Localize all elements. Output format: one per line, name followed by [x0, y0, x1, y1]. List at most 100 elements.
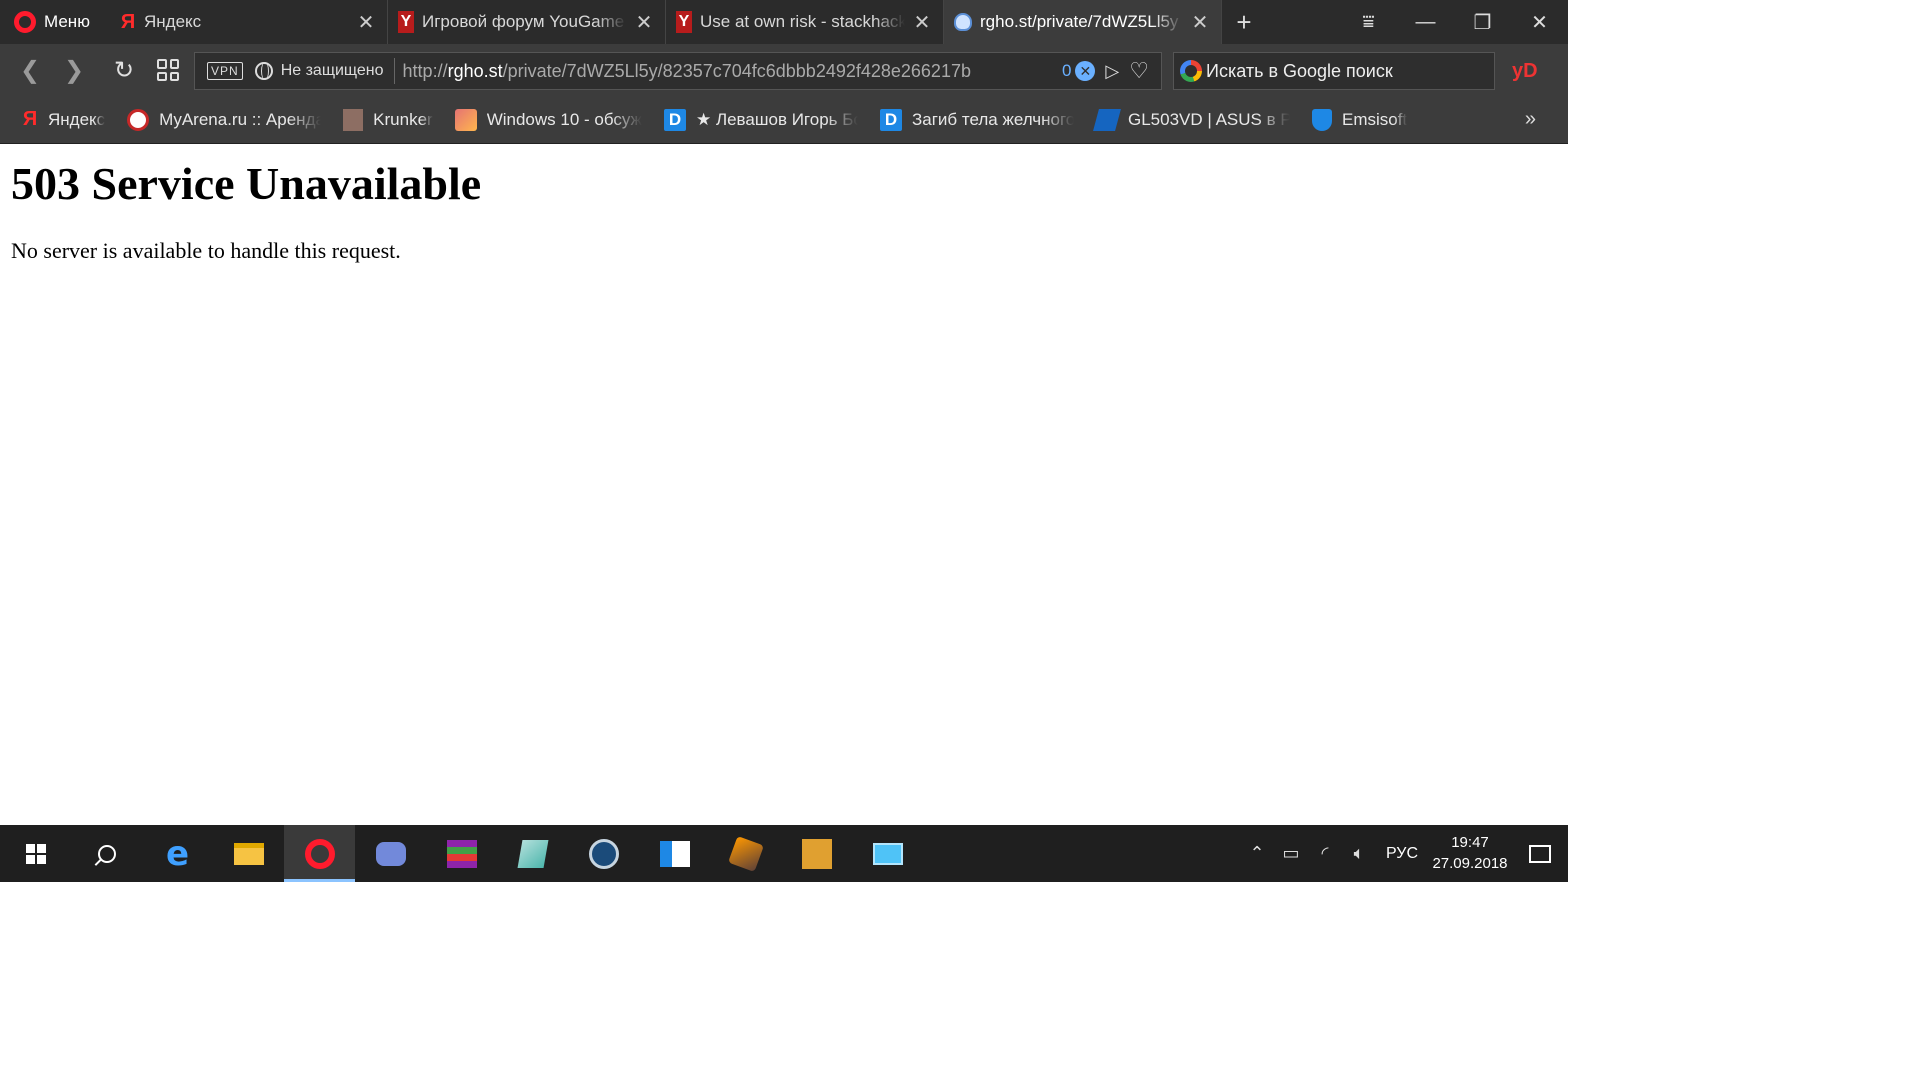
globe-icon: [254, 62, 273, 80]
notifications-button[interactable]: [1512, 844, 1568, 863]
menu-label: Меню: [44, 12, 90, 31]
taskbar-counter-strike[interactable]: [781, 825, 852, 882]
taskbar-steam[interactable]: [568, 825, 639, 882]
tab-close-icon[interactable]: ✕: [355, 11, 377, 34]
steam-icon: [588, 838, 619, 869]
taskbar: e ⌃ ▭ ◜ 🔈︎ РУС 19:47 27.09.2018: [0, 825, 1568, 882]
doctor-icon: D: [879, 108, 902, 131]
tab-title: Use at own risk - stackhack: [700, 12, 905, 31]
forward-icon[interactable]: ❯: [52, 48, 96, 92]
close-window-icon[interactable]: ✕: [1511, 0, 1568, 44]
clock[interactable]: 19:47 27.09.2018: [1428, 833, 1512, 874]
edge-icon: e: [165, 833, 190, 874]
page-content: 503 Service Unavailable No server is ava…: [0, 145, 1568, 825]
taskbar-tools[interactable]: [710, 825, 781, 882]
clock-date: 27.09.2018: [1432, 854, 1508, 872]
tab-stackhack[interactable]: Y Use at own risk - stackhack ✕: [666, 0, 944, 44]
security-status[interactable]: Не защищено: [281, 58, 395, 84]
tab-yougame[interactable]: Y Игровой форум YouGame ✕: [388, 0, 666, 44]
discord-icon: [375, 841, 406, 866]
bookmark-windows10[interactable]: Windows 10 - обсуж: [454, 108, 642, 131]
taskbar-search-button[interactable]: [71, 825, 142, 882]
volume-icon[interactable]: 🔈︎: [1342, 843, 1376, 864]
ad-block-icon[interactable]: ✕: [1075, 61, 1096, 81]
asus-icon: [1093, 108, 1121, 131]
emsisoft-icon: [1311, 108, 1332, 131]
opera-menu-button[interactable]: Меню: [0, 0, 110, 44]
bookmark-levashov[interactable]: D ★ Левашов Игорь Бо: [663, 108, 858, 131]
bookmark-label: Windows 10 - обсуж: [486, 109, 642, 129]
bookmark-yandex[interactable]: Я Яндекс: [22, 108, 105, 131]
tab-close-icon[interactable]: ✕: [633, 11, 655, 34]
url-text[interactable]: http://rgho.st/private/7dWZ5Ll5y/82357c7…: [403, 61, 971, 82]
bookmark-label: Загиб тела желчного: [911, 109, 1074, 129]
bookmark-label: MyArena.ru :: Аренда: [159, 109, 322, 129]
bookmark-krunker[interactable]: Krunker: [343, 108, 433, 131]
tabs-grid-button[interactable]: [146, 48, 190, 92]
opera-logo-icon: [14, 11, 36, 33]
tab-rghost[interactable]: rgho.st/private/7dWZ5Ll5y ✕: [944, 0, 1222, 44]
ad-block-count[interactable]: 0: [1062, 61, 1071, 81]
minimize-icon[interactable]: —: [1397, 0, 1454, 44]
tab-close-icon[interactable]: ✕: [911, 11, 933, 34]
bookmark-label: Emsisoft: [1341, 109, 1408, 129]
window-controls: ⩸ — ❐ ✕: [1340, 0, 1568, 44]
tab-menu-icon[interactable]: ⩸: [1340, 0, 1397, 44]
google-icon: [1180, 60, 1202, 82]
winrar-icon: [446, 839, 477, 868]
windows-forum-icon: [454, 108, 477, 131]
bookmarks-overflow-icon[interactable]: »: [1525, 108, 1536, 131]
opera-icon: [304, 838, 335, 869]
taskbar-explorer[interactable]: [213, 825, 284, 882]
taskbar-control-panel[interactable]: [852, 825, 923, 882]
new-tab-button[interactable]: +: [1222, 0, 1266, 44]
url-scheme: http://: [402, 60, 448, 81]
chevron-up-icon[interactable]: ⌃: [1240, 843, 1274, 864]
notes-icon: [517, 839, 548, 868]
bookmark-myarena[interactable]: MyArena.ru :: Аренда: [127, 108, 322, 131]
taskbar-discord[interactable]: [355, 825, 426, 882]
bookmark-asus[interactable]: GL503VD | ASUS в Ро: [1093, 108, 1290, 131]
tab-title: Яндекс: [144, 12, 202, 31]
tab-strip: Меню Я Яндекс ✕ Y Игровой форум YouGame …: [0, 0, 1568, 44]
vpn-badge[interactable]: VPN: [207, 62, 243, 80]
start-button[interactable]: [0, 825, 71, 882]
battery-icon[interactable]: ▭: [1274, 843, 1308, 864]
notification-icon: [1529, 844, 1551, 863]
system-tray: ⌃ ▭ ◜ 🔈︎ РУС 19:47 27.09.2018: [1240, 825, 1568, 882]
back-icon[interactable]: ❮: [8, 48, 52, 92]
search-placeholder: Искать в Google поиск: [1206, 60, 1393, 81]
page-title: 503 Service Unavailable: [11, 158, 482, 209]
send-icon[interactable]: ▷: [1105, 61, 1119, 82]
yougame-icon: Y: [398, 11, 414, 33]
bookmark-emsisoft[interactable]: Emsisoft: [1311, 108, 1408, 131]
maximize-icon[interactable]: ❐: [1454, 0, 1511, 44]
url-bar[interactable]: VPN Не защищено http://rgho.st/private/7…: [194, 52, 1162, 90]
krunker-icon: [343, 108, 364, 131]
bookmark-zagib[interactable]: D Загиб тела желчного: [879, 108, 1074, 131]
search-input[interactable]: Искать в Google поиск: [1173, 52, 1495, 90]
bookmarks-bar: Я Яндекс MyArena.ru :: Аренда Krunker Wi…: [0, 96, 1568, 144]
taskbar-notes[interactable]: [497, 825, 568, 882]
tab-title: Игровой форум YouGame: [422, 12, 625, 31]
wifi-icon[interactable]: ◜: [1308, 843, 1342, 864]
taskbar-winrar[interactable]: [426, 825, 497, 882]
error-message: No server is available to handle this re…: [11, 237, 401, 263]
reload-icon[interactable]: ↻: [102, 48, 146, 92]
taskbar-opera[interactable]: [284, 825, 355, 882]
tab-yandex[interactable]: Я Яндекс ✕: [110, 0, 388, 44]
windows-logo-icon: [25, 843, 46, 864]
search-icon: [97, 844, 116, 863]
bookmark-label: GL503VD | ASUS в Ро: [1127, 109, 1290, 129]
control-panel-icon: [872, 842, 903, 865]
taskbar-app-window[interactable]: [639, 825, 710, 882]
bookmark-label: Krunker: [373, 109, 433, 129]
bookmark-label: Яндекс: [48, 109, 106, 129]
yandex-icon: Я: [120, 10, 136, 33]
tab-close-icon[interactable]: ✕: [1189, 11, 1211, 34]
url-actions: 0 ✕ ▷ ♡: [1062, 58, 1161, 84]
taskbar-edge[interactable]: e: [142, 825, 213, 882]
language-indicator[interactable]: РУС: [1376, 845, 1428, 863]
yandex-disk-icon[interactable]: yD: [1512, 60, 1538, 83]
heart-icon[interactable]: ♡: [1129, 58, 1149, 84]
